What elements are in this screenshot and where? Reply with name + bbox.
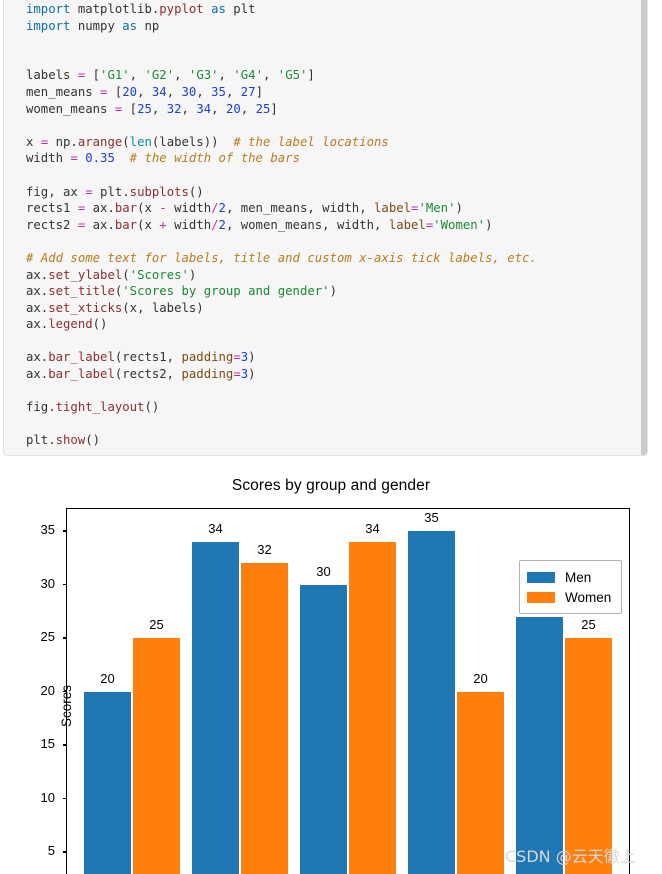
y-tick-label: 5	[47, 843, 55, 858]
chart-title: Scores by group and gender	[231, 477, 431, 494]
y-tick-mark	[63, 530, 67, 532]
bar-value-label: 20	[100, 670, 115, 686]
bar-value-label: 34	[208, 520, 223, 536]
y-tick-label: 15	[40, 736, 55, 751]
legend-label-men: Men	[565, 569, 592, 585]
bar-value-label: 20	[473, 670, 488, 686]
legend-swatch-men-icon	[527, 571, 555, 583]
legend-swatch-women-icon	[527, 591, 555, 603]
legend-item-men[interactable]: Men	[527, 567, 614, 587]
bar-G5-men	[516, 616, 563, 874]
legend-item-women[interactable]: Women	[527, 587, 614, 607]
y-tick-mark	[63, 583, 67, 586]
bar-value-label: 30	[316, 563, 331, 579]
bar-G2-men	[192, 541, 239, 874]
matplotlib-figure: Scores by group and gender Scores 5 10 15 2…	[0, 462, 662, 874]
bar-value-label: 32	[257, 542, 272, 558]
bar-G3-men	[300, 584, 347, 874]
bar-value-label: 25	[581, 617, 596, 632]
bar-G4-women	[457, 691, 504, 874]
y-tick-mark	[63, 851, 67, 853]
y-tick-label: 25	[40, 629, 55, 644]
bar-G2-women	[241, 563, 288, 874]
bar-value-label: 34	[365, 520, 380, 536]
y-tick-mark	[63, 637, 67, 639]
code-scrollbar[interactable]	[641, 0, 647, 455]
y-tick-label: 35	[40, 522, 55, 537]
y-tick-label: 20	[40, 682, 55, 698]
y-tick-mark	[63, 744, 67, 746]
bar-G4-men	[408, 531, 455, 874]
bar-G1-men	[84, 691, 131, 874]
bar-G3-women	[349, 541, 396, 874]
chart-legend[interactable]: Men Women	[519, 560, 622, 614]
legend-label-women: Women	[565, 589, 612, 605]
y-tick-label: 30	[40, 575, 55, 591]
chart-plot-area: Scores 5101520253035 2034303527253234202…	[41, 508, 630, 874]
code-source[interactable]: import matplotlib.pyplot as plt import n…	[4, 0, 647, 449]
y-tick-label: 10	[40, 789, 55, 805]
bar-G5-women	[565, 638, 612, 874]
y-tick-mark	[63, 797, 67, 800]
bar-value-label: 25	[149, 617, 164, 632]
code-block: import matplotlib.pyplot as plt import n…	[3, 0, 648, 456]
y-tick-mark	[63, 690, 67, 693]
bar-value-label: 35	[424, 510, 439, 525]
